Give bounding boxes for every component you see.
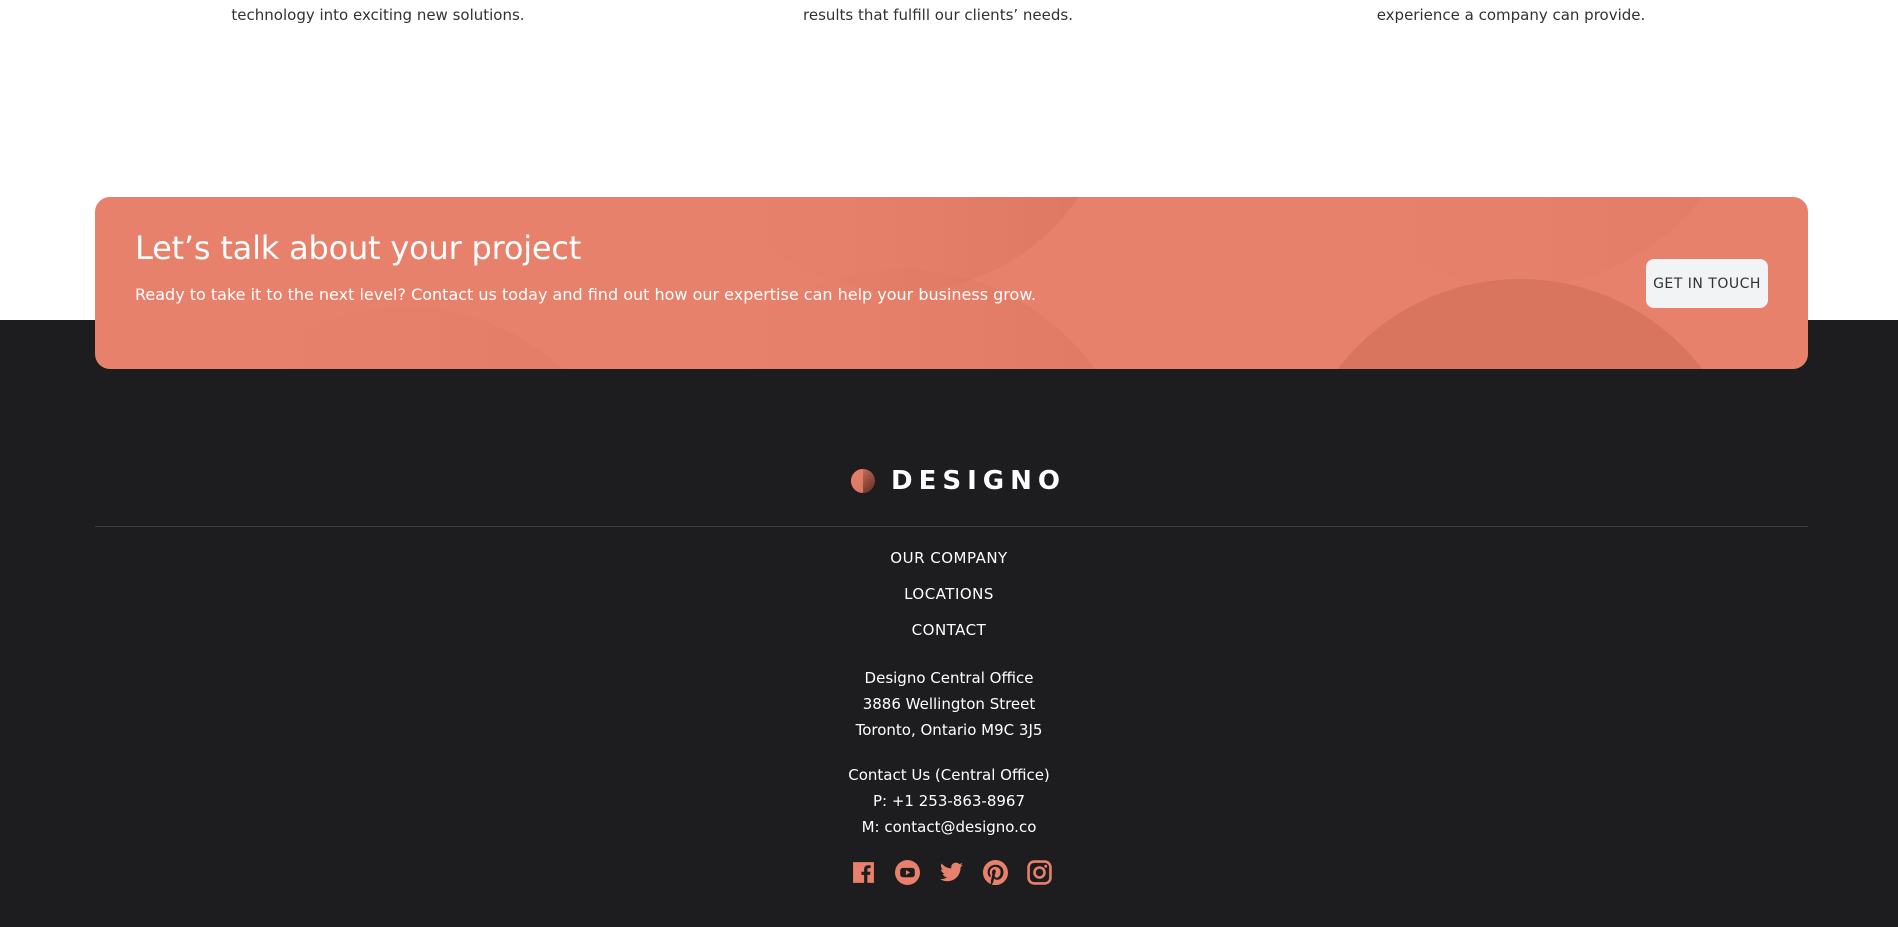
nav-our-company[interactable]: OUR COMPANY	[0, 549, 1898, 567]
pinterest-icon[interactable]	[983, 860, 1008, 885]
youtube-icon[interactable]	[895, 860, 920, 885]
office-address: Designo Central Office 3886 Wellington S…	[0, 665, 1898, 743]
footer-logo[interactable]: DESIGNO	[851, 466, 1066, 496]
logo-mark-icon	[851, 469, 875, 493]
get-in-touch-button[interactable]: GET IN TOUCH	[1646, 259, 1768, 308]
cta-background-circles	[247, 197, 1703, 369]
contact-heading: Contact Us (Central Office)	[848, 766, 1050, 784]
address-line-3: Toronto, Ontario M9C 3J5	[855, 721, 1043, 739]
address-line-1: Designo Central Office	[864, 669, 1034, 687]
cta-banner: Let’s talk about your project Ready to t…	[95, 197, 1808, 369]
nav-locations[interactable]: LOCATIONS	[0, 585, 1898, 603]
contact-phone: P: +1 253-863-8967	[872, 792, 1025, 810]
footer-divider	[95, 526, 1808, 527]
twitter-icon[interactable]	[939, 860, 964, 885]
cta-title: Let’s talk about your project	[135, 229, 582, 267]
logo-wordmark: DESIGNO	[891, 466, 1066, 496]
feature-text-2: results that fulfill our clients’ needs.	[803, 6, 1073, 24]
feature-text-1: technology into exciting new solutions.	[231, 6, 525, 24]
nav-contact[interactable]: CONTACT	[0, 621, 1898, 639]
contact-info: Contact Us (Central Office) P: +1 253-86…	[0, 762, 1898, 840]
social-links	[851, 860, 1052, 885]
cta-description: Ready to take it to the next level? Cont…	[135, 285, 1037, 304]
facebook-icon[interactable]	[851, 860, 876, 885]
contact-email: M: contact@designo.co	[861, 818, 1037, 836]
feature-text-3: experience a company can provide.	[1376, 6, 1646, 24]
instagram-icon[interactable]	[1027, 860, 1052, 885]
address-line-2: 3886 Wellington Street	[862, 695, 1036, 713]
